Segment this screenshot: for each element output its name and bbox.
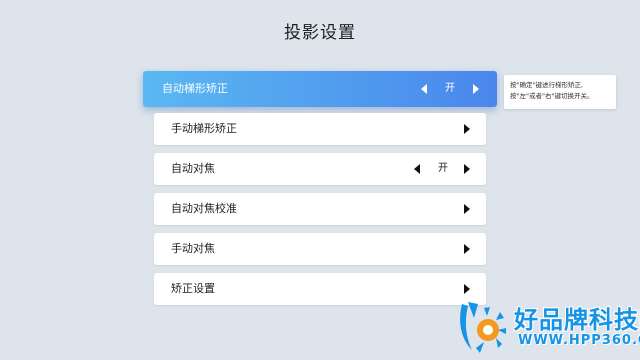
menu-item-label: 手动对焦 [171,242,215,255]
watermark-url: WWW.HPP360.CN [518,333,640,348]
toggle-value: 开 [438,163,448,174]
arrow-right-icon [464,204,470,214]
watermark-logo-icon [460,302,506,353]
menu-item-auto-focus-calibration[interactable]: 自动对焦校准 [154,193,486,225]
menu-item-label: 矫正设置 [171,282,215,295]
menu-item-auto-keystone[interactable]: 自动梯形矫正 开 [143,71,497,107]
arrow-right-icon [464,124,470,134]
arrow-right-icon [464,284,470,294]
menu-item-label: 自动对焦 [171,162,215,175]
menu-item-manual-focus[interactable]: 手动对焦 [154,233,486,265]
arrow-right-icon[interactable] [473,84,479,94]
hint-line-1: 按"确定"键进行梯形矫正, [510,81,584,89]
menu-item-label: 自动对焦校准 [171,202,237,215]
arrow-left-icon[interactable] [421,84,427,94]
arrow-right-icon [464,244,470,254]
menu-item-label: 手动梯形矫正 [171,122,237,135]
page-title: 投影设置 [284,23,356,43]
menu-item-auto-focus[interactable]: 自动对焦 开 [154,153,486,185]
watermark-title: 好品牌科技网 [514,306,640,334]
menu-item-correction-settings[interactable]: 矫正设置 [154,273,486,305]
hint-tooltip: 按"确定"键进行梯形矫正, 按"左"或者"右"键切换开关。 [504,75,616,109]
toggle-value: 开 [445,83,455,94]
menu-item-label: 自动梯形矫正 [162,82,228,95]
menu-item-manual-keystone[interactable]: 手动梯形矫正 [154,113,486,145]
watermark: 好品牌科技网 WWW.HPP360.CN [452,296,640,358]
hint-line-2: 按"左"或者"右"键切换开关。 [510,92,594,100]
arrow-right-icon[interactable] [464,164,470,174]
arrow-left-icon[interactable] [414,164,420,174]
